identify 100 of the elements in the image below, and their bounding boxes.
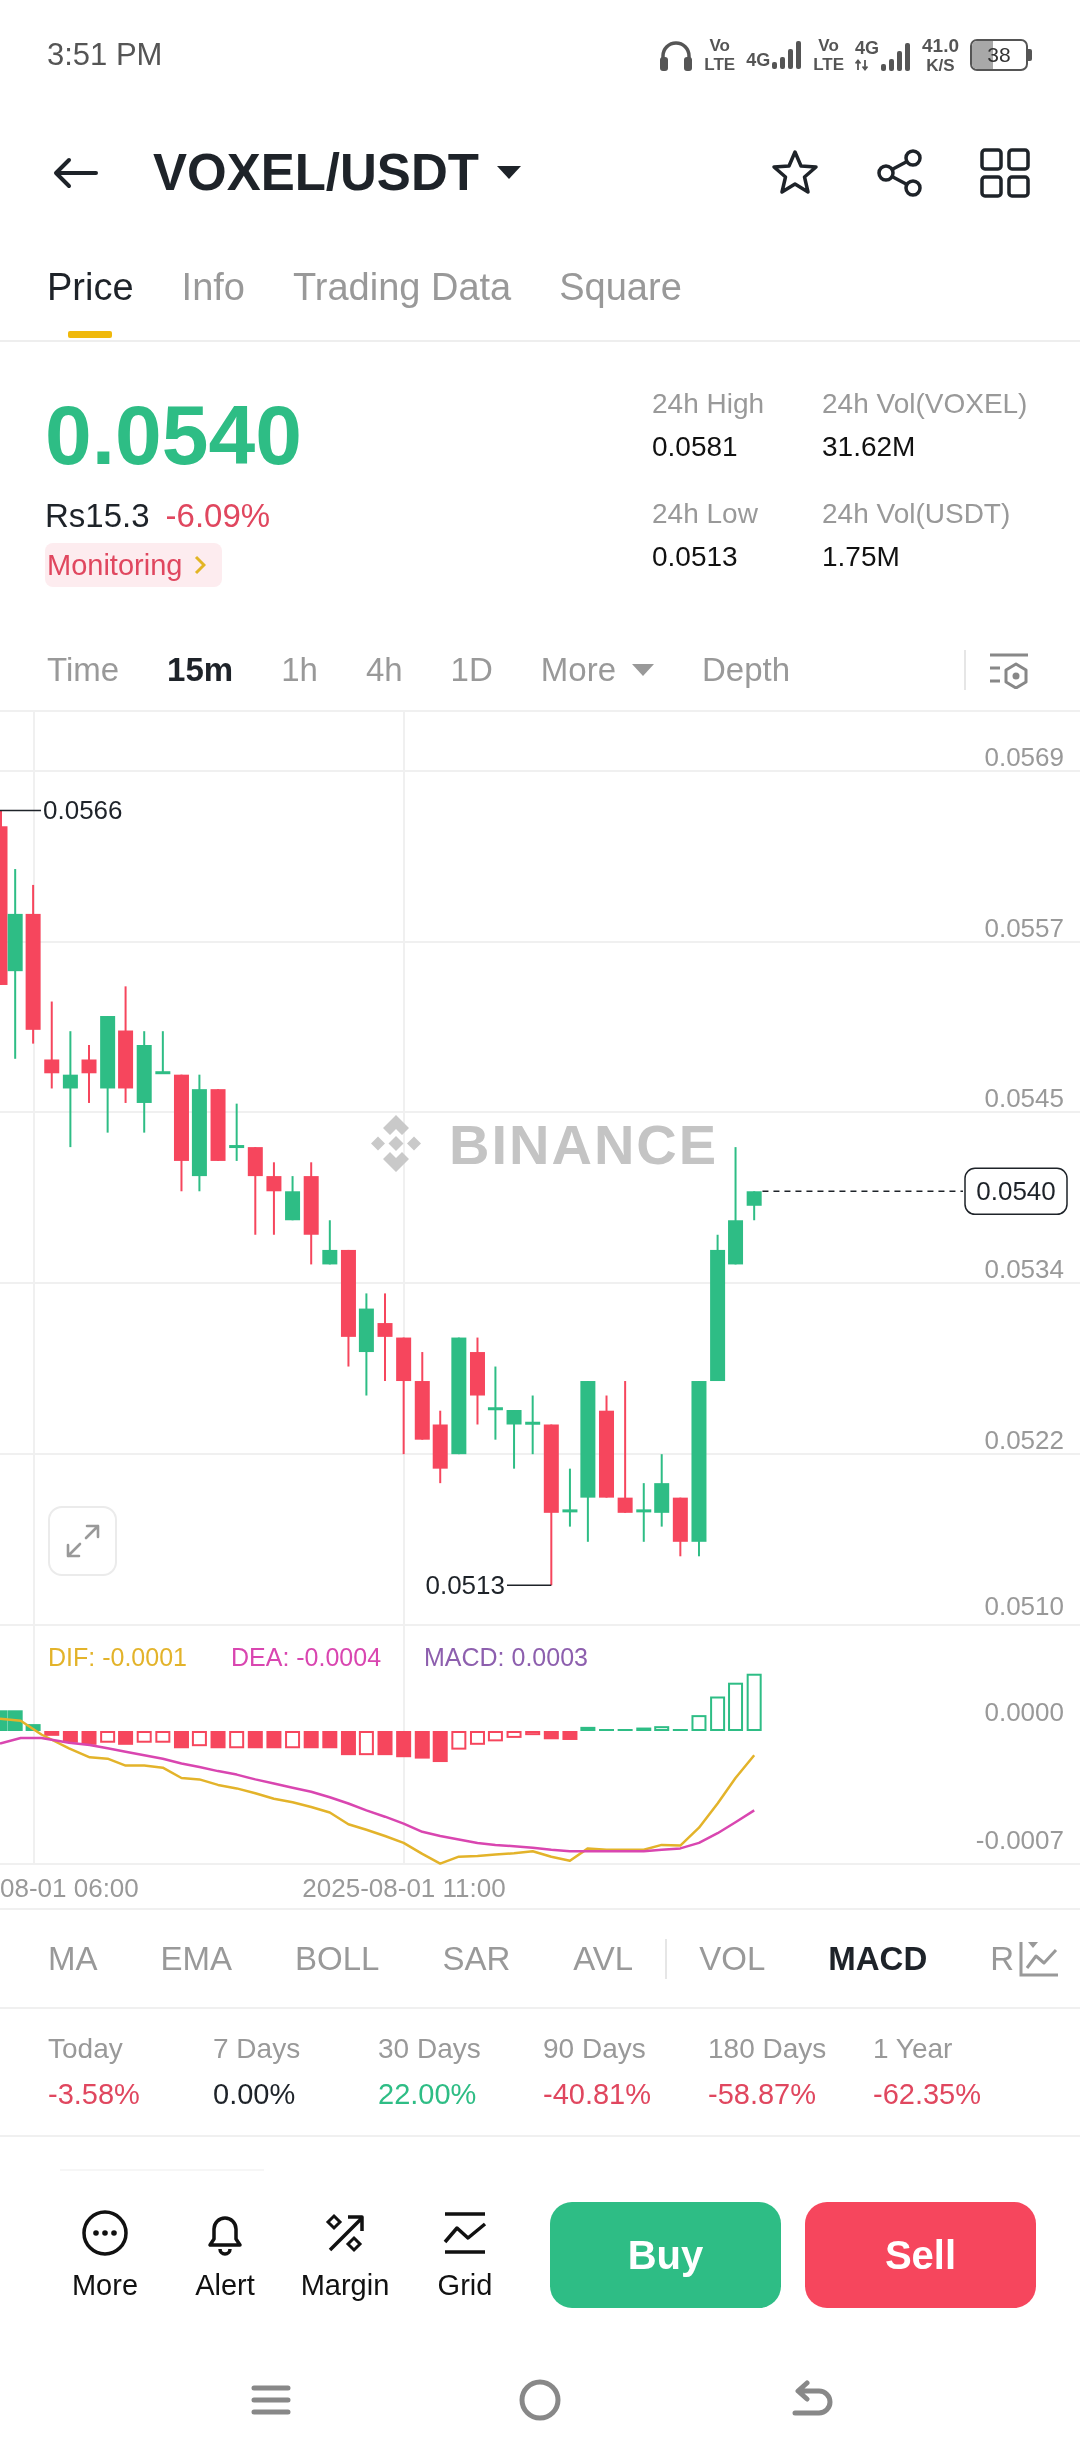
page-tab[interactable]: Trading Data xyxy=(292,235,512,340)
local-price: Rs15.3 xyxy=(45,496,150,536)
time-axis-label: 2025-08-01 11:00 xyxy=(302,1873,506,1903)
bullish-candle xyxy=(746,1190,762,1222)
low-price-label: 0.0513 xyxy=(425,1570,505,1601)
macd-histogram-bar xyxy=(136,1731,152,1743)
macd-histogram-bar xyxy=(173,1731,189,1749)
network-generation-label: 4G xyxy=(855,39,879,57)
macd-histogram-bar xyxy=(414,1731,430,1759)
indicator-tab[interactable]: MA xyxy=(48,1939,98,1978)
macd-histogram-bar xyxy=(470,1731,485,1745)
macd-histogram-bar xyxy=(44,1731,60,1736)
macd-histogram-bar xyxy=(377,1731,393,1756)
period-change: 22.00% xyxy=(378,2077,478,2112)
macd-histogram-bar xyxy=(654,1726,670,1731)
grid-action-button[interactable]: Grid xyxy=(410,2208,520,2302)
status-time: 3:51 PM xyxy=(47,37,163,73)
interval-tab[interactable]: 4h xyxy=(365,651,403,689)
macd-histogram-bar xyxy=(210,1731,226,1749)
macd-histogram-bar xyxy=(487,1731,503,1742)
stat-value: 1.75M xyxy=(822,540,901,574)
leader-line xyxy=(506,1584,553,1586)
indicator-tab[interactable]: SAR xyxy=(442,1939,511,1978)
chart-brand-text: BINANCE xyxy=(449,1113,719,1176)
bullish-candle xyxy=(562,1467,578,1528)
period-label: 30 Days xyxy=(378,2032,482,2066)
price-axis-label: 0.0545 xyxy=(984,1083,1064,1113)
period-change: -40.81% xyxy=(543,2077,652,2112)
macd-histogram-bar xyxy=(691,1715,707,1731)
last-price: 0.0540 xyxy=(45,393,302,477)
bullish-candle xyxy=(506,1409,522,1470)
interval-tab[interactable]: 15m xyxy=(167,651,234,689)
back-arrow-icon[interactable] xyxy=(52,156,98,189)
signal-icon xyxy=(881,43,911,71)
interval-tab[interactable]: 1h xyxy=(281,651,318,689)
more-dots-icon xyxy=(80,2208,130,2258)
macd-histogram-bar xyxy=(358,1731,374,1756)
time-axis-label: 08-01 06:00 xyxy=(0,1873,139,1903)
page-tab[interactable]: Info xyxy=(181,235,245,340)
page-tab[interactable]: Square xyxy=(559,235,682,340)
bullish-candle xyxy=(229,1102,245,1162)
macd-histogram-bar xyxy=(710,1696,726,1731)
stat-label: 24h Vol(VOXEL) xyxy=(822,387,1028,421)
macd-histogram-bar xyxy=(247,1731,263,1749)
grid-menu-icon[interactable] xyxy=(980,147,1030,198)
macd-histogram-bar xyxy=(580,1726,596,1731)
price-axis-label: 0.0557 xyxy=(984,913,1064,943)
alert-action-button[interactable]: Alert xyxy=(170,2208,280,2302)
interval-tab[interactable]: More xyxy=(540,651,654,689)
network-type-label: LTE xyxy=(813,55,844,74)
period-label: Today xyxy=(48,2032,124,2066)
bearish-candle xyxy=(81,1044,97,1104)
monitoring-button[interactable]: Monitoring xyxy=(45,543,223,587)
sell-button[interactable]: Sell xyxy=(805,2202,1036,2308)
indicator-tab[interactable]: EMA xyxy=(160,1939,232,1978)
network-type-label: Vo xyxy=(709,36,730,55)
logo-icon xyxy=(371,1115,421,1172)
chart-settings-icon[interactable] xyxy=(988,651,1030,689)
pair-selector[interactable]: VOXEL/USDT xyxy=(153,143,521,202)
macd-histogram-bar xyxy=(118,1731,134,1745)
price-change: -6.09% xyxy=(165,496,271,536)
expand-button[interactable] xyxy=(48,1506,117,1576)
indicator-tab[interactable]: BOLL xyxy=(295,1939,380,1978)
network-type-label: LTE xyxy=(704,55,736,74)
indicator-tab[interactable]: MACD xyxy=(828,1939,928,1978)
more-action-button[interactable]: More xyxy=(50,2208,160,2302)
interval-tab[interactable]: Depth xyxy=(702,651,791,689)
home-circle-icon[interactable] xyxy=(519,2379,561,2421)
macd-axis-label: -0.0007 xyxy=(975,1825,1064,1855)
macd-histogram-bar xyxy=(432,1731,448,1763)
line-chart-icon[interactable] xyxy=(1018,1939,1061,1978)
macd-histogram-bar xyxy=(191,1731,207,1747)
period-change: -62.35% xyxy=(873,2077,982,2112)
stat-label: 24h High xyxy=(652,387,766,421)
interval-tab[interactable]: Time xyxy=(47,651,120,689)
indicator-legend-label: MACD: 0.0003 xyxy=(424,1643,588,1671)
macd-histogram-bar xyxy=(229,1731,245,1749)
macd-histogram-bar xyxy=(543,1731,559,1740)
buy-button[interactable]: Buy xyxy=(550,2202,781,2308)
share-icon[interactable] xyxy=(875,147,925,198)
margin-action-button[interactable]: Margin xyxy=(290,2208,400,2302)
indicator-tab[interactable]: AVL xyxy=(573,1939,634,1978)
macd-histogram-bar xyxy=(285,1731,301,1749)
macd-axis-label: 0.0000 xyxy=(984,1697,1064,1727)
stat-value: 31.62M xyxy=(822,430,917,464)
macd-histogram-bar xyxy=(303,1731,319,1749)
network-generation-label: 4G xyxy=(746,51,771,69)
bullish-candle xyxy=(525,1394,541,1456)
bullish-candle xyxy=(322,1219,338,1266)
macd-histogram-bar xyxy=(100,1731,116,1743)
macd-histogram-bar xyxy=(81,1731,97,1745)
macd-histogram-bar xyxy=(396,1731,412,1758)
stat-label: 24h Vol(USDT) xyxy=(822,497,1012,531)
interval-tab[interactable]: 1D xyxy=(450,651,493,689)
bullish-candle xyxy=(155,1030,171,1075)
macd-histogram-bar xyxy=(322,1731,338,1749)
bullish-candle xyxy=(636,1482,652,1543)
indicator-tab[interactable]: VOL xyxy=(699,1939,766,1978)
indicator-tab[interactable]: R xyxy=(990,1939,1015,1978)
page-tab[interactable]: Price xyxy=(47,235,134,340)
